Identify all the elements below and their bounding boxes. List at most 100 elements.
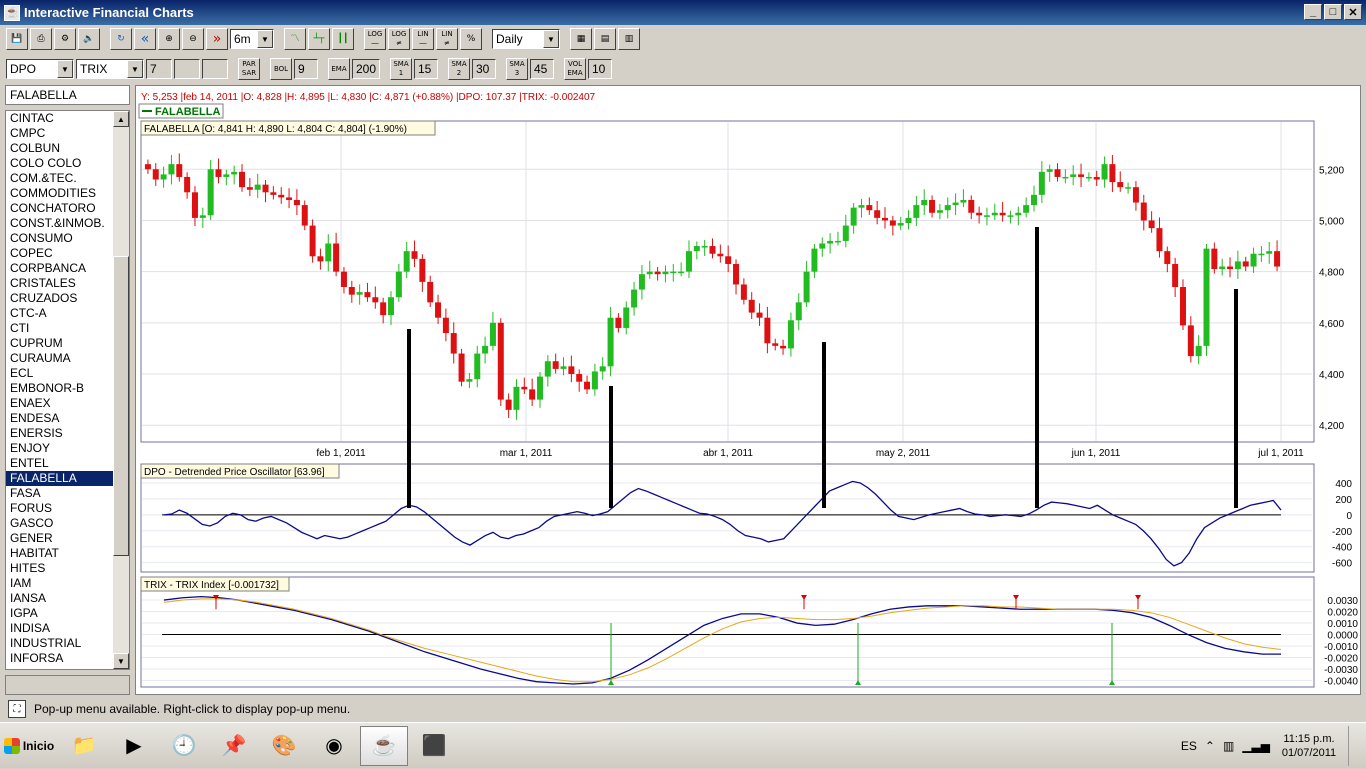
export-chart-icon[interactable]: ▥ [618, 28, 640, 50]
java-icon[interactable]: ☕ [360, 725, 408, 766]
explorer-icon[interactable]: 📁 [60, 726, 108, 766]
lin-scale-neq-button[interactable]: LIN ≠ [436, 28, 458, 50]
symbol-item[interactable]: HABITAT [6, 546, 114, 561]
scroll-up-icon[interactable]: ▲ [113, 111, 129, 127]
sma3-button[interactable]: SMA 3 [506, 58, 528, 80]
symbol-item[interactable]: ENERSIS [6, 426, 114, 441]
print-icon[interactable]: ⎙ [30, 28, 52, 50]
settings-icon[interactable]: ⚙ [54, 28, 76, 50]
period-select[interactable]: 6m ▼ [230, 29, 274, 49]
sma1-button[interactable]: SMA 1 [390, 58, 412, 80]
ema-button[interactable]: EMA [328, 58, 350, 80]
symbol-item[interactable]: GENER [6, 531, 114, 546]
save-icon[interactable]: 💾 [6, 28, 28, 50]
pdf-icon[interactable]: ⬛ [410, 726, 458, 766]
percent-scale-button[interactable]: % [460, 28, 482, 50]
symbol-item[interactable]: CURAUMA [6, 351, 114, 366]
symbol-item[interactable]: IGPA [6, 606, 114, 621]
symbol-item[interactable]: CRISTALES [6, 276, 114, 291]
symbol-item[interactable]: COPEC [6, 246, 114, 261]
symbol-item[interactable]: CUPRUM [6, 336, 114, 351]
symbol-item[interactable]: CONSUMO [6, 231, 114, 246]
symbol-item[interactable]: COMMODITIES [6, 186, 114, 201]
bar-chart-icon[interactable]: ┴┬ [308, 28, 330, 50]
symbol-item[interactable]: ENTEL [6, 456, 114, 471]
tray-expand-icon[interactable]: ⌃ [1205, 739, 1215, 753]
sound-icon[interactable]: 🔈 [78, 28, 100, 50]
sma3-value[interactable]: 45 [530, 59, 554, 79]
vol-ema-value[interactable]: 10 [588, 59, 612, 79]
popup-menu-icon[interactable]: ⛶ [8, 700, 26, 718]
chart-window-icon[interactable]: ▤ [594, 28, 616, 50]
maximize-button[interactable]: □ [1324, 4, 1342, 20]
symbol-item[interactable]: INDISA [6, 621, 114, 636]
symbol-item[interactable]: ENAEX [6, 396, 114, 411]
symbol-item[interactable]: ENJOY [6, 441, 114, 456]
forward-icon[interactable]: » [206, 28, 228, 50]
symbol-item[interactable]: CTC-A [6, 306, 114, 321]
sma2-value[interactable]: 30 [472, 59, 496, 79]
symbol-item[interactable]: CORPBANCA [6, 261, 114, 276]
symbol-item[interactable]: CONCHATORO [6, 201, 114, 216]
chart-area[interactable]: Y: 5,253 |feb 14, 2011 |O: 4,828 |H: 4,8… [135, 85, 1361, 695]
indicator1-select[interactable]: DPO ▼ [6, 59, 74, 79]
clock-icon[interactable]: 🕘 [160, 726, 208, 766]
ema-value[interactable]: 200 [352, 59, 380, 79]
symbol-item[interactable]: GASCO [6, 516, 114, 531]
log-scale-button[interactable]: LOG ― [364, 28, 386, 50]
media-player-icon[interactable]: ▶ [110, 726, 158, 766]
symbol-item[interactable]: CRUZADOS [6, 291, 114, 306]
symbol-item[interactable]: INDUSTRIAL [6, 636, 114, 651]
show-desktop-button[interactable] [1348, 726, 1362, 766]
symbol-item[interactable]: ENDESA [6, 411, 114, 426]
indicator-param-2[interactable] [174, 59, 200, 79]
indicator2-param[interactable]: 7 [146, 59, 172, 79]
indicator2-select[interactable]: TRIX ▼ [76, 59, 144, 79]
pushpin-icon[interactable]: 📌 [210, 726, 258, 766]
scroll-thumb[interactable] [113, 256, 129, 556]
symbol-item[interactable]: CINTAC [6, 111, 114, 126]
chrome-icon[interactable]: ◉ [310, 726, 358, 766]
sma2-button[interactable]: SMA 2 [448, 58, 470, 80]
zoom-in-icon[interactable]: ⊕ [158, 28, 180, 50]
chart-svg[interactable]: Y: 5,253 |feb 14, 2011 |O: 4,828 |H: 4,8… [136, 86, 1362, 696]
symbol-item[interactable]: IANSA [6, 591, 114, 606]
clock[interactable]: 11:15 p.m. 01/07/2011 [1278, 732, 1340, 760]
symbol-item[interactable]: FALABELLA [6, 471, 114, 486]
symbol-item[interactable]: CMPC [6, 126, 114, 141]
vol-ema-button[interactable]: VOL EMA [564, 58, 586, 80]
symbol-item[interactable]: IAM [6, 576, 114, 591]
current-symbol[interactable]: FALABELLA [5, 85, 130, 105]
paint-icon[interactable]: 🎨 [260, 726, 308, 766]
close-button[interactable]: ✕ [1344, 4, 1362, 20]
line-chart-icon[interactable]: 〽 [284, 28, 306, 50]
bol-button[interactable]: BOL [270, 58, 292, 80]
back-icon[interactable]: « [134, 28, 156, 50]
signal-icon[interactable]: ▁▃▅ [1242, 739, 1270, 753]
symbol-item[interactable]: CONST.&INMOB. [6, 216, 114, 231]
language-indicator[interactable]: ES [1181, 739, 1197, 753]
symbol-item[interactable]: CTI [6, 321, 114, 336]
scroll-down-icon[interactable]: ▼ [113, 653, 129, 669]
log-scale-neq-button[interactable]: LOG ≠ [388, 28, 410, 50]
network-icon[interactable]: ▥ [1223, 739, 1234, 753]
candle-chart-icon[interactable]: ┃┃ [332, 28, 354, 50]
zoom-out-icon[interactable]: ⊖ [182, 28, 204, 50]
symbol-item[interactable]: COLBUN [6, 141, 114, 156]
symbol-item[interactable]: INFORSA [6, 651, 114, 666]
symbol-item[interactable]: HITES [6, 561, 114, 576]
symbol-item[interactable]: COLO COLO [6, 156, 114, 171]
minimize-button[interactable]: _ [1304, 4, 1322, 20]
bol-value[interactable]: 9 [294, 59, 318, 79]
par-sar-button[interactable]: PAR SAR [238, 58, 260, 80]
color-palette-icon[interactable]: ▦ [570, 28, 592, 50]
symbol-input[interactable] [5, 675, 130, 695]
symbol-list[interactable]: CINTAC CMPC COLBUN COLO COLO COM.&TEC. COMMOD… [5, 110, 130, 670]
sma1-value[interactable]: 15 [414, 59, 438, 79]
start-button[interactable]: Inicio [0, 728, 58, 764]
lin-scale-button[interactable]: LIN ― [412, 28, 434, 50]
indicator-param-3[interactable] [202, 59, 228, 79]
symbol-item[interactable]: COM.&TEC. [6, 171, 114, 186]
refresh-icon[interactable]: ↻ [110, 28, 132, 50]
symbol-item[interactable]: EMBONOR-B [6, 381, 114, 396]
